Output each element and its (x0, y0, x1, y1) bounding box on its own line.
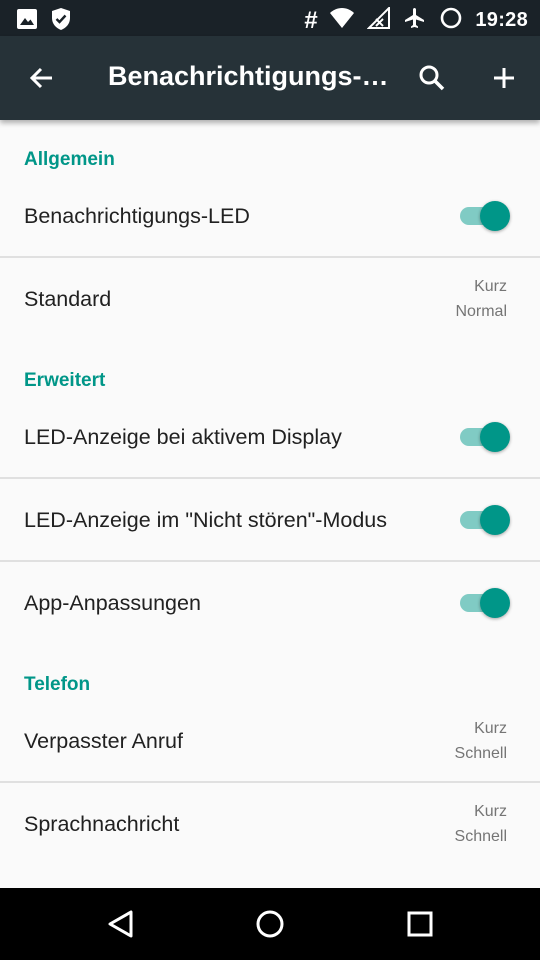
app-customizations-toggle[interactable] (458, 585, 512, 621)
notification-led-toggle[interactable] (458, 198, 512, 234)
setting-title: LED-Anzeige bei aktivem Display (24, 425, 342, 449)
sync-icon (439, 6, 463, 35)
setting-dnd-mode[interactable]: LED-Anzeige im "Nicht stören"-Modus (0, 479, 540, 561)
summary-line-1: Kurz (474, 803, 507, 820)
toggle-thumb (480, 505, 510, 535)
active-display-toggle[interactable] (458, 419, 512, 455)
airplane-icon (403, 6, 427, 35)
toggle-thumb (480, 422, 510, 452)
nav-back-icon[interactable] (102, 906, 138, 942)
summary-line-2: Normal (455, 303, 507, 320)
app-bar: Benachrichtigungs-LED (0, 36, 540, 120)
search-icon[interactable] (414, 60, 450, 96)
summary-line-1: Kurz (474, 278, 507, 295)
summary-line-2: Schnell (454, 745, 507, 762)
add-icon[interactable] (486, 60, 522, 96)
navigation-bar (0, 888, 540, 960)
setting-voicemail[interactable]: Sprachnachricht Kurz Schnell (0, 783, 540, 865)
summary-line-1: Kurz (474, 720, 507, 737)
nav-home-icon[interactable] (252, 906, 288, 942)
setting-standard[interactable]: Standard Kurz Normal (0, 258, 540, 340)
settings-list: Allgemein Benachrichtigungs-LED Standard… (0, 120, 540, 888)
setting-app-customizations[interactable]: App-Anpassungen (0, 562, 540, 644)
dnd-mode-toggle[interactable] (458, 502, 512, 538)
setting-summary: Kurz Schnell (455, 799, 507, 849)
no-signal-icon (366, 5, 391, 34)
status-bar: # 19:28 (0, 0, 540, 36)
section-header-general: Allgemein (24, 149, 115, 170)
setting-missed-call[interactable]: Verpasster Anruf Kurz Schnell (0, 700, 540, 782)
toggle-thumb (480, 201, 510, 231)
hash-icon: # (303, 6, 318, 34)
setting-title: LED-Anzeige im "Nicht stören"-Modus (24, 508, 387, 532)
setting-title: Sprachnachricht (24, 812, 180, 836)
setting-title: Verpasster Anruf (24, 729, 183, 753)
arrow-back-icon[interactable] (24, 60, 60, 96)
page-title: Benachrichtigungs-LED (108, 61, 393, 91)
setting-title: Benachrichtigungs-LED (24, 204, 250, 228)
setting-notification-led[interactable]: Benachrichtigungs-LED (0, 175, 540, 257)
image-icon (16, 8, 38, 35)
setting-title: Standard (24, 287, 112, 311)
setting-summary: Kurz Normal (455, 274, 507, 324)
setting-active-display[interactable]: LED-Anzeige bei aktivem Display (0, 396, 540, 478)
toggle-thumb (480, 588, 510, 618)
section-header-advanced: Erweitert (24, 370, 106, 391)
summary-line-2: Schnell (454, 828, 507, 845)
shield-check-icon (50, 7, 72, 36)
setting-summary: Kurz Schnell (455, 716, 507, 766)
section-header-phone: Telefon (24, 674, 91, 695)
nav-recents-icon[interactable] (402, 906, 438, 942)
setting-title: App-Anpassungen (24, 591, 201, 615)
clock: 19:28 (475, 9, 528, 31)
wifi-icon (329, 7, 355, 34)
